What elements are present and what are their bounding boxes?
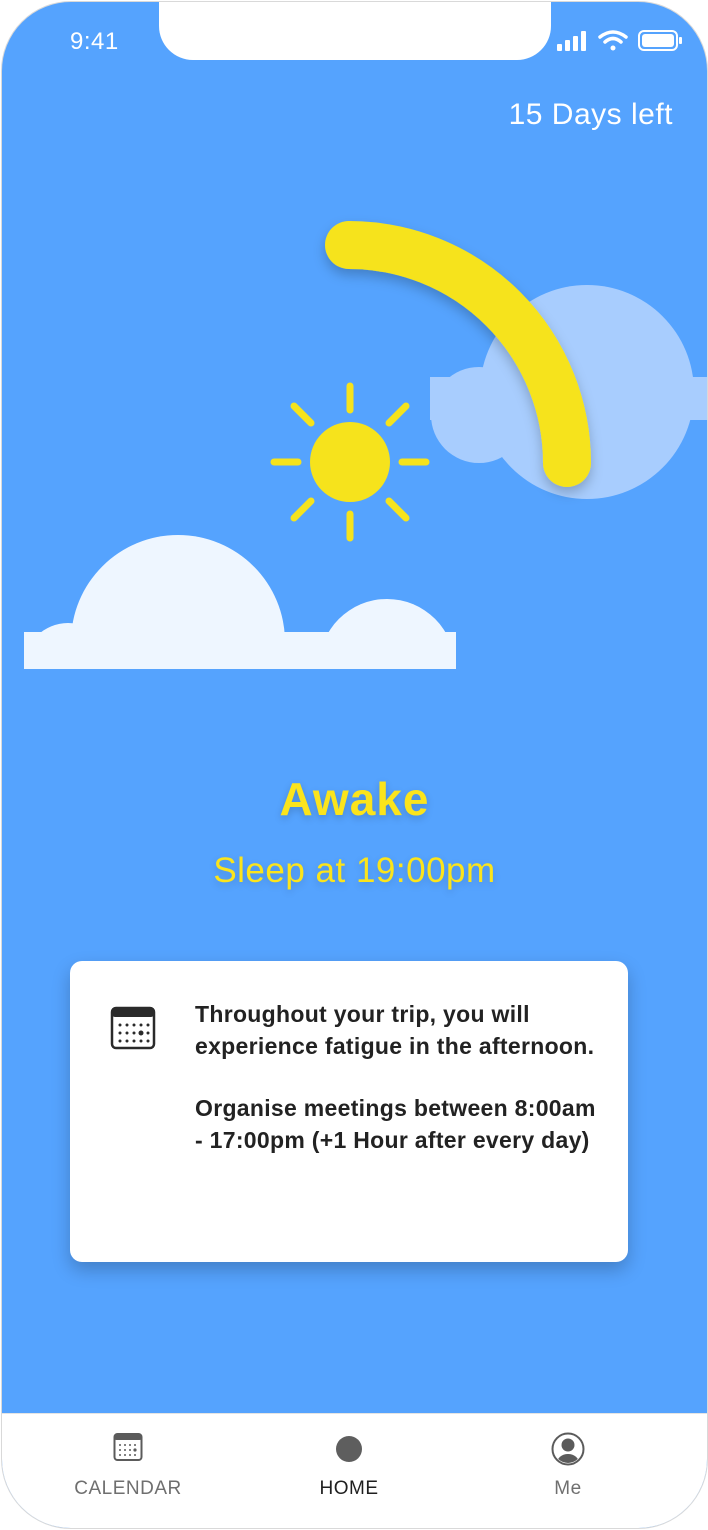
advice-text: Throughout your trip, you will experienc… bbox=[195, 999, 605, 1156]
days-left-label: 15 Days left bbox=[508, 98, 673, 131]
advice-card: Throughout your trip, you will experienc… bbox=[70, 961, 628, 1262]
battery-icon bbox=[638, 30, 682, 51]
device-notch bbox=[159, 2, 551, 60]
tab-home[interactable]: HOME bbox=[259, 1414, 439, 1528]
status-icons bbox=[557, 30, 682, 51]
sun-icon bbox=[270, 382, 430, 542]
tab-me-label: Me bbox=[554, 1478, 582, 1499]
calendar-icon bbox=[110, 1006, 156, 1050]
advice-paragraph-fatigue: Throughout your trip, you will experienc… bbox=[195, 1001, 595, 1059]
wifi-icon bbox=[598, 30, 628, 51]
sleep-time-label: Sleep at 19:00pm bbox=[213, 851, 496, 890]
status-title: Awake bbox=[279, 773, 430, 825]
calendar-icon bbox=[113, 1433, 143, 1461]
tab-calendar-label: CALENDAR bbox=[74, 1478, 182, 1499]
app-screen: 9:41 15 Days left Awake Sleep at 19:00pm bbox=[1, 1, 708, 1529]
front-cloud bbox=[24, 535, 456, 702]
status-time: 9:41 bbox=[70, 28, 119, 55]
home-dot-icon bbox=[336, 1436, 362, 1462]
tab-calendar[interactable]: CALENDAR bbox=[38, 1414, 218, 1528]
advice-paragraph-meetings: Organise meetings between 8:00am - 17:00… bbox=[195, 1095, 596, 1153]
profile-icon bbox=[551, 1432, 585, 1466]
tab-bar: CALENDAR HOME Me bbox=[2, 1413, 707, 1528]
tab-home-label: HOME bbox=[319, 1478, 379, 1499]
signal-icon bbox=[557, 31, 586, 51]
tab-me[interactable]: Me bbox=[478, 1414, 658, 1528]
